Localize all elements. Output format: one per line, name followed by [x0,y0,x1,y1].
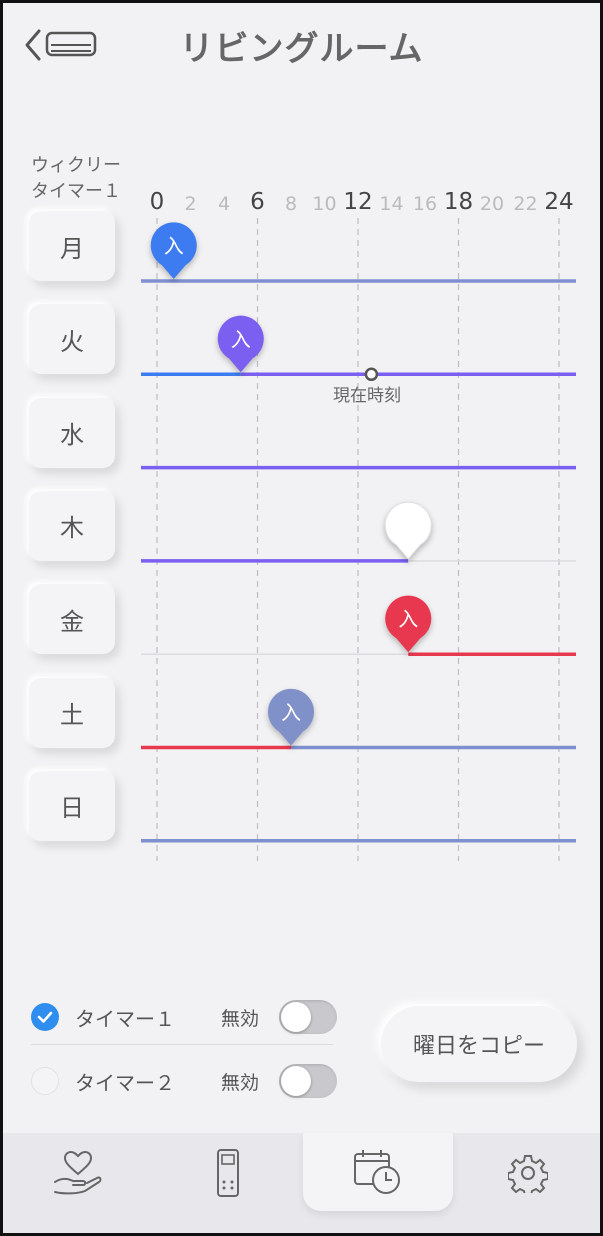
pin-label: 入 [281,701,301,725]
calendar-clock-icon [354,1150,400,1194]
timer-2-toggle[interactable] [279,1064,337,1098]
timer-divider [31,1044,333,1045]
timer-event-pin[interactable]: 切 [384,501,432,560]
remote-control-icon [217,1149,239,1197]
timer-1-name: タイマー１ [75,1006,175,1031]
timer-2-name: タイマー２ [75,1070,175,1095]
check-icon [37,1011,53,1023]
copy-days-button[interactable]: 曜日をコピー [381,1006,577,1082]
heart-hand-icon [54,1150,102,1195]
timer-2-row: タイマー２ 無効 [31,1061,341,1101]
pin-label: 入 [398,607,418,631]
timer-1-row: タイマー１ 無効 [31,997,341,1037]
timer-event-pin[interactable]: 入 [150,222,197,279]
gear-icon [508,1155,548,1193]
nav-timer[interactable] [303,1133,453,1211]
timer-event-pin[interactable]: 入 [385,595,432,653]
timer-event-pin[interactable]: 入 [268,688,315,746]
toggle-knob [281,1066,311,1096]
pin-label: 入 [164,234,184,258]
nav-settings[interactable] [453,1133,600,1213]
pin-label: 切 [398,514,418,538]
timer-1-toggle[interactable] [279,1000,337,1034]
bottom-navigation [3,1133,600,1233]
timer-1-status: 無効 [221,1007,260,1030]
current-time-marker [364,367,379,382]
app-screen: リビングルーム ウィクリー タイマー１ 0 2 4 6 8 10 12 14 16 18 20 22 2… [0,0,603,1236]
weekly-timeline: 入入切入入 [141,218,576,861]
current-time-label: 現在時刻 [333,386,401,406]
nav-care[interactable] [3,1133,153,1213]
timer-2-status: 無効 [221,1071,260,1094]
toggle-knob [281,1002,311,1032]
nav-remote[interactable] [153,1133,303,1213]
timer-1-checkbox[interactable] [31,1003,59,1031]
timer-event-pin[interactable]: 入 [217,315,264,373]
timer-2-checkbox[interactable] [31,1067,59,1095]
pin-label: 入 [231,327,251,351]
